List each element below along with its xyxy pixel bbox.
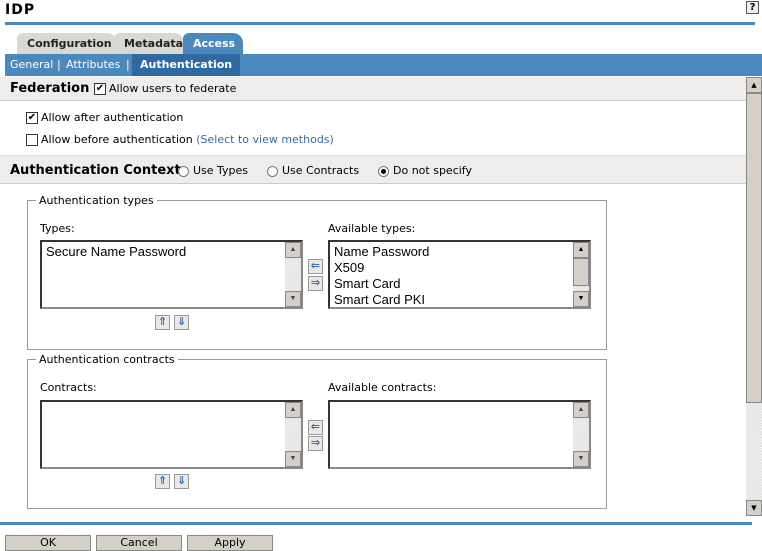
move-down-button[interactable]: ⇓ [174, 474, 189, 489]
list-item[interactable]: Name Password [334, 244, 585, 260]
tab-configuration[interactable]: Configuration [17, 33, 117, 54]
divider [5, 22, 755, 25]
move-left-button[interactable]: ⇐ [308, 420, 323, 435]
cancel-button[interactable]: Cancel [96, 535, 182, 551]
federation-heading: Federation [10, 81, 90, 96]
apply-button[interactable]: Apply [187, 535, 273, 551]
check-icon: ✔ [26, 112, 38, 124]
subnav-attributes[interactable]: Attributes [66, 58, 120, 71]
contracts-list[interactable]: ▲ ▼ [40, 400, 303, 469]
move-up-button[interactable]: ⇑ [155, 315, 170, 330]
list-item[interactable]: X509 [334, 260, 585, 276]
available-types-label: Available types: [328, 222, 416, 235]
allow-after-checkbox[interactable]: ✔ Allow after authentication [26, 111, 183, 124]
move-right-button[interactable]: ⇒ [308, 436, 323, 451]
move-down-button[interactable]: ⇓ [174, 315, 189, 330]
ok-button[interactable]: OK [5, 535, 91, 551]
page-title: IDP [5, 2, 36, 18]
move-right-button[interactable]: ⇒ [308, 276, 323, 291]
subnav: General | Attributes | Authentication [5, 54, 762, 76]
select-methods-link[interactable]: (Select to view methods) [196, 133, 334, 146]
vertical-scrollbar[interactable]: ▲ ▼ [746, 77, 762, 516]
allow-federate-checkbox[interactable]: ✔ Allow users to federate [94, 82, 236, 95]
allow-before-checkbox[interactable]: Allow before authentication (Select to v… [26, 133, 334, 146]
check-icon: ✔ [94, 83, 106, 95]
subnav-authentication[interactable]: Authentication [132, 54, 241, 76]
list-item[interactable]: Smart Card PKI [334, 292, 585, 308]
auth-context-heading: Authentication Context [10, 163, 181, 178]
radio-do-not-specify[interactable]: Do not specify [378, 164, 472, 177]
radio-use-types[interactable]: Use Types [178, 164, 248, 177]
contracts-label: Contracts: [40, 381, 97, 394]
list-item[interactable]: Smart Card [334, 276, 585, 292]
move-left-button[interactable]: ⇐ [308, 259, 323, 274]
available-types-list[interactable]: Name Password X509 Smart Card Smart Card… [328, 240, 591, 309]
federation-row: Federation ✔ Allow users to federate [0, 77, 746, 101]
subnav-general[interactable]: General [10, 58, 53, 71]
list-item[interactable]: Secure Name Password [46, 244, 297, 260]
move-up-button[interactable]: ⇑ [155, 474, 170, 489]
available-contracts-list[interactable]: ▲ ▼ [328, 400, 591, 469]
tab-access[interactable]: Access [183, 33, 243, 54]
help-button[interactable]: ? [746, 1, 759, 14]
radio-use-contracts[interactable]: Use Contracts [267, 164, 359, 177]
available-contracts-label: Available contracts: [328, 381, 437, 394]
auth-context-row: Authentication Context Use Types Use Con… [0, 155, 746, 184]
tab-metadata[interactable]: Metadata [114, 33, 184, 54]
types-list[interactable]: Secure Name Password ▲ ▼ [40, 240, 303, 309]
divider [0, 522, 752, 525]
types-label: Types: [40, 222, 75, 235]
